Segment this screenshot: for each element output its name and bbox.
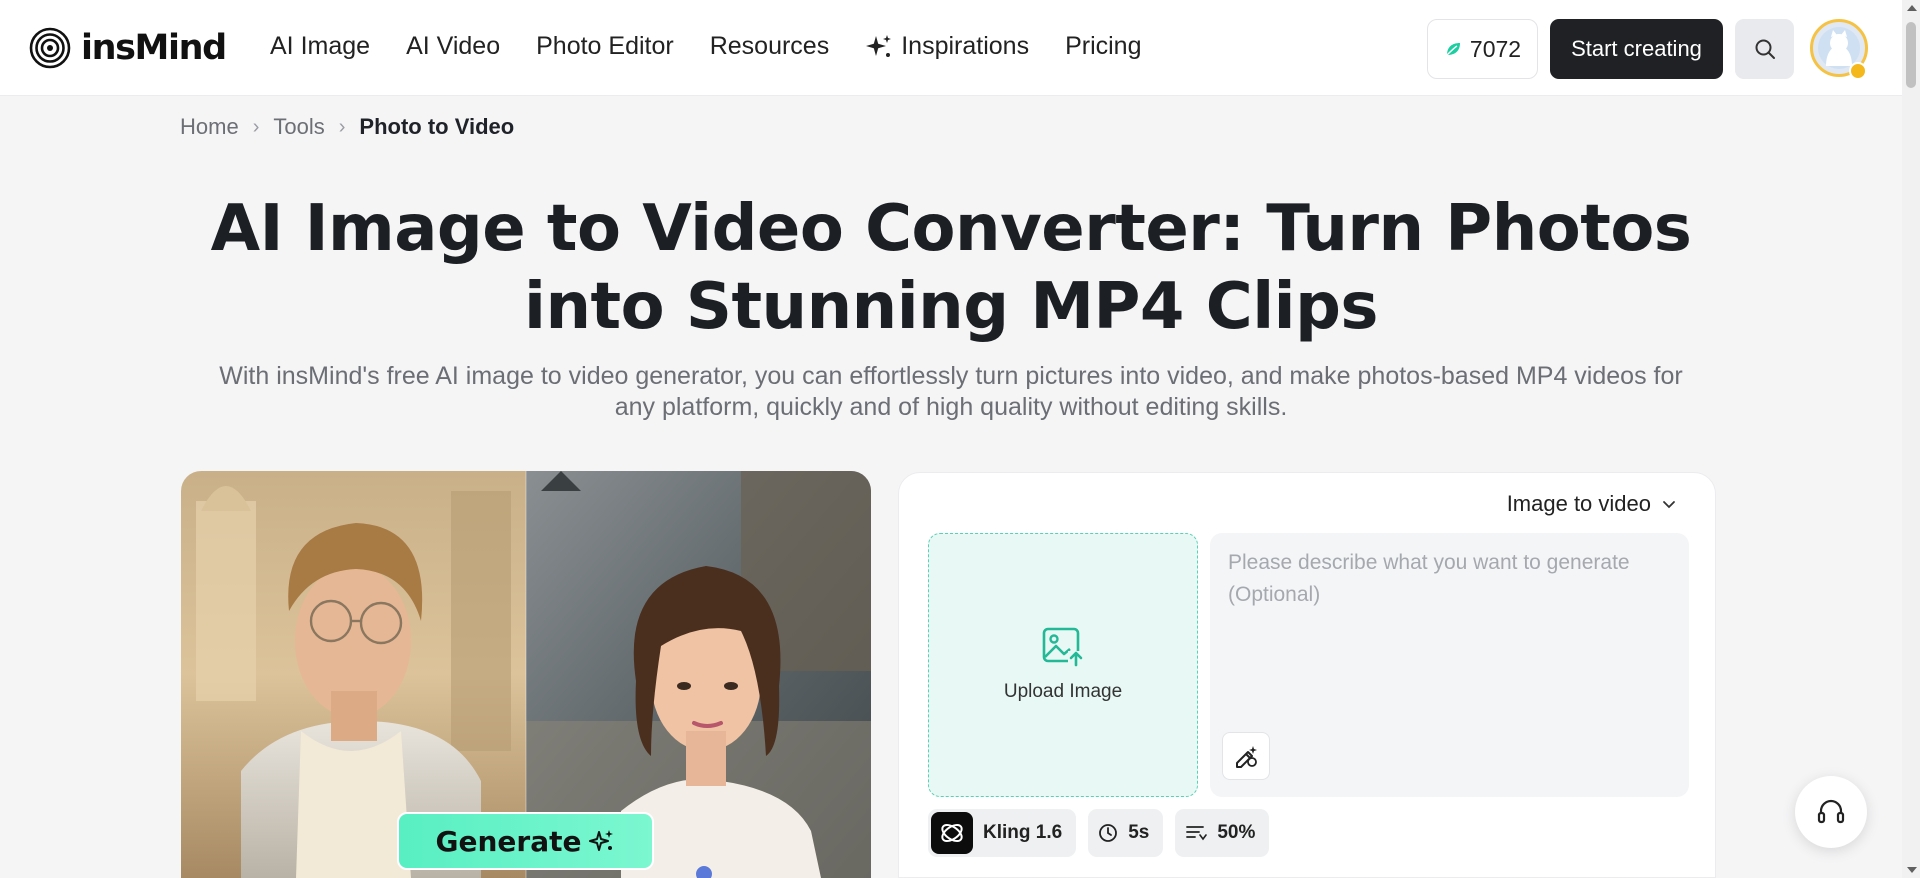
generate-label: Generate — [435, 824, 582, 858]
mode-select-value: Image to video — [1506, 491, 1651, 516]
generator-panel: Image to video Upload Image Please descr… — [898, 472, 1716, 878]
page-title: AI Image to Video Converter: Turn Photos… — [210, 192, 1692, 344]
sparkle-icon — [589, 830, 614, 851]
logo-swirl-icon — [29, 27, 71, 69]
image-upload-icon — [1042, 627, 1084, 667]
page-scrollbar[interactable] — [1902, 0, 1920, 878]
breadcrumb-home[interactable]: Home — [180, 114, 239, 140]
strength-select[interactable]: 50% — [1175, 809, 1270, 857]
nav-item-ai-video[interactable]: AI Video — [406, 32, 500, 61]
nav-item-photo-editor[interactable]: Photo Editor — [536, 32, 674, 61]
scroll-up-arrow-icon[interactable] — [1907, 5, 1917, 11]
upload-image-label: Upload Image — [1003, 681, 1123, 702]
nav-item-resources[interactable]: Resources — [710, 32, 830, 61]
chevron-right-icon: › — [252, 115, 260, 138]
search-button[interactable] — [1735, 19, 1794, 79]
credits-badge[interactable]: 7072 — [1427, 19, 1538, 79]
chevron-down-icon — [1663, 501, 1675, 509]
clock-icon — [1099, 824, 1118, 842]
upload-image-dropzone[interactable]: Upload Image — [928, 533, 1198, 797]
prompt-area — [1210, 533, 1689, 797]
kling-model-icon — [931, 812, 973, 854]
pen-sparkle-icon — [1236, 746, 1257, 768]
prompt-input[interactable] — [1210, 533, 1689, 733]
leaf-icon — [1446, 43, 1460, 56]
credits-count: 7072 — [1469, 35, 1522, 62]
breadcrumb-tools[interactable]: Tools — [273, 114, 324, 140]
nav-item-pricing[interactable]: Pricing — [1065, 32, 1141, 61]
nav-item-label: Inspirations — [901, 32, 1030, 60]
scroll-down-arrow-icon[interactable] — [1907, 867, 1917, 873]
breadcrumb-current: Photo to Video — [359, 114, 515, 139]
chevron-right-icon: › — [338, 115, 346, 138]
duration-select[interactable]: 5s — [1088, 809, 1164, 857]
brand-name: insMind — [81, 28, 227, 68]
model-select[interactable]: Kling 1.6 — [928, 809, 1077, 857]
model-select-value: Kling 1.6 — [983, 822, 1063, 843]
sparkle-icon — [866, 34, 892, 57]
page-subtitle: With insMind's free AI image to video ge… — [219, 362, 1683, 421]
nav-item-ai-image[interactable]: AI Image — [270, 32, 370, 61]
nav-item-inspirations[interactable]: Inspirations — [865, 32, 1029, 61]
prompt-assist-button[interactable] — [1222, 732, 1270, 780]
breadcrumb: Home › Tools › Photo to Video — [180, 114, 514, 140]
generation-options: Kling 1.6 5s 50% — [928, 809, 1270, 857]
main-nav: AI Image AI Video Photo Editor Resources… — [270, 32, 1142, 61]
strength-value: 50% — [1217, 822, 1256, 843]
customer-support-button[interactable] — [1795, 776, 1867, 848]
crown-badge-icon — [1849, 62, 1867, 80]
start-creating-button[interactable]: Start creating — [1550, 19, 1723, 79]
scroll-thumb[interactable] — [1906, 22, 1916, 88]
text-lines-icon — [1186, 826, 1208, 841]
headset-icon — [1817, 799, 1845, 824]
brand-logo[interactable]: insMind — [29, 27, 227, 69]
search-icon — [1755, 39, 1775, 59]
mode-select[interactable]: Image to video — [1507, 491, 1677, 517]
duration-value: 5s — [1128, 822, 1150, 843]
top-header: insMind AI Image AI Video Photo Editor R… — [0, 0, 1902, 96]
generate-button[interactable]: Generate — [397, 812, 654, 870]
